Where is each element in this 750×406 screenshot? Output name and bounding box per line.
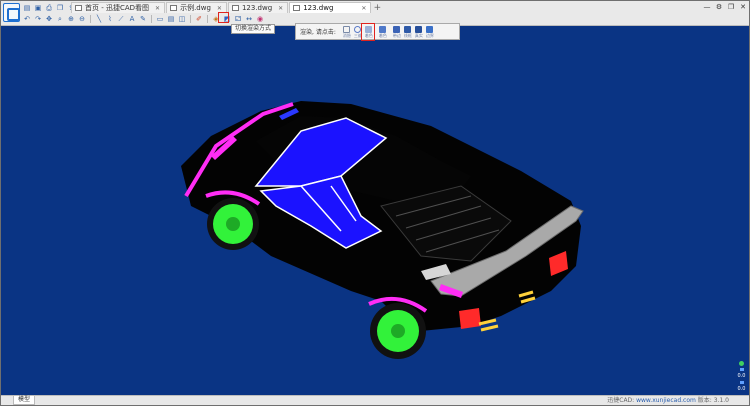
toolbar-separator	[207, 15, 208, 23]
polyline-icon[interactable]: ⌇	[106, 15, 114, 23]
line-icon[interactable]: ╲	[95, 15, 103, 23]
zoom-label-mid: 0.0	[737, 386, 746, 392]
open-folder-icon[interactable]: ▤	[23, 4, 31, 12]
close-icon[interactable]: ✕	[361, 5, 366, 12]
brand-label: 迅捷CAD:	[607, 397, 635, 404]
drawing-viewport[interactable]: 0.0 0.0	[1, 26, 749, 396]
render-button-label: 边界	[425, 32, 434, 38]
render-panel-title: 渲染, 请点击:	[300, 29, 336, 36]
copy-icon[interactable]: ❐	[56, 4, 64, 12]
status-info: 迅捷CAD: www.xunjiecad.com 版本: 3.1.0	[607, 396, 729, 405]
tail-light-left	[459, 308, 481, 329]
home-icon	[75, 5, 82, 11]
layout-icon[interactable]: ◫	[178, 15, 186, 23]
website-link[interactable]: www.xunjiecad.com	[636, 397, 696, 404]
close-icon[interactable]: ✕	[217, 5, 222, 12]
dwg-file-icon	[170, 5, 178, 11]
pan-icon[interactable]: ✥	[45, 15, 53, 23]
render-edges-button[interactable]: 带边	[392, 25, 402, 39]
app-logo-icon[interactable]	[3, 3, 20, 22]
status-dot-icon	[739, 361, 744, 366]
redo-icon[interactable]: ↷	[34, 15, 42, 23]
zoom-in-icon[interactable]: ⊕	[67, 15, 75, 23]
render-button-label: 真实	[414, 32, 423, 38]
layer-icon[interactable]: ▤	[167, 15, 175, 23]
tab-label: 首页 - 迅捷CAD看图	[85, 4, 150, 12]
version-label: 版本: 3.1.0	[697, 397, 729, 404]
front-wheel-hub	[226, 217, 240, 231]
toolbar-separator	[190, 15, 191, 23]
gouraud-shade-icon	[379, 25, 387, 33]
settings-icon[interactable]: ⚙	[715, 3, 723, 11]
render-button-label: 消隐	[342, 32, 351, 38]
rectangle-icon[interactable]: ▭	[156, 15, 164, 23]
render-selected-highlight	[361, 23, 375, 41]
tab-label: 123.dwg	[303, 4, 334, 12]
render-wire-button[interactable]: 线框	[403, 25, 413, 39]
model-tab[interactable]: 模型	[13, 396, 36, 405]
restore-icon[interactable]: ❐	[727, 3, 735, 11]
pen-icon[interactable]: ✐	[195, 15, 203, 23]
render-mode-panel: 渲染, 请点击: 消隐 三维 着色 着色 带边 线框 真实 边界	[295, 23, 460, 40]
app-window: ▤ ▣ ⎙ ❐ ⇪ 首页 - 迅捷CAD看图 ✕ 示例.dwg ✕ 123.dw…	[0, 0, 750, 406]
render-boundary-button[interactable]: 边界	[425, 25, 435, 39]
zoom-window-icon[interactable]: ⌕	[56, 15, 64, 23]
dwg-file-icon	[231, 5, 239, 11]
tab-123-active[interactable]: 123.dwg ✕	[289, 2, 372, 13]
3d-car-model	[181, 101, 584, 359]
toolbar-separator	[151, 15, 152, 23]
wire-icon	[404, 25, 412, 33]
quick-access-toolbar: ▤ ▣ ⎙ ❐ ⇪	[23, 3, 75, 13]
render-button-label: 线框	[403, 32, 412, 38]
zoom-label-top: 0.0	[737, 373, 746, 379]
tooltip: 切换渲染方式	[231, 24, 276, 34]
boundary-icon	[426, 25, 434, 33]
render-button-label: 着色	[378, 32, 387, 38]
toolbar-separator	[90, 15, 91, 23]
render-hidden-button[interactable]: 消隐	[342, 25, 352, 39]
tab-label: 示例.dwg	[180, 4, 211, 12]
rotate-icon[interactable]: ↔	[245, 15, 253, 23]
rear-wheel-hub	[391, 324, 405, 338]
hidden-line-icon	[343, 25, 351, 33]
tab-label: 123.dwg	[241, 4, 273, 12]
status-bar: 模型 迅捷CAD: www.xunjiecad.com 版本: 3.1.0	[1, 395, 749, 405]
render-button-label: 带边	[392, 32, 401, 38]
new-tab-button[interactable]: +	[372, 2, 382, 13]
measure-icon[interactable]: ⟋	[117, 15, 125, 23]
render-mode-highlight	[218, 12, 229, 23]
text-icon[interactable]: A	[128, 15, 136, 23]
realistic-icon	[415, 25, 423, 33]
close-icon[interactable]: ✕	[278, 5, 283, 12]
close-window-icon[interactable]: ✕	[739, 3, 747, 11]
undo-icon[interactable]: ↶	[23, 15, 31, 23]
shade-edges-icon	[393, 25, 401, 33]
zoom-out-icon[interactable]: ⊖	[78, 15, 86, 23]
print-icon[interactable]: ⎙	[45, 4, 53, 12]
zoom-indicator[interactable]: 0.0 0.0	[736, 361, 747, 392]
dwg-file-icon	[293, 5, 301, 11]
window-controls: — ⚙ ❐ ✕	[703, 3, 747, 11]
render-gouraud-button[interactable]: 着色	[378, 25, 388, 39]
tab-home[interactable]: 首页 - 迅捷CAD看图 ✕	[71, 2, 166, 13]
zoom-bar	[739, 368, 744, 371]
tab-123-first[interactable]: 123.dwg ✕	[227, 2, 289, 13]
close-icon[interactable]: ✕	[155, 5, 160, 12]
eraser-icon[interactable]: ✎	[139, 15, 147, 23]
render-realistic-button[interactable]: 真实	[414, 25, 424, 39]
view-3d-icon[interactable]: ⚁	[234, 15, 242, 23]
color-icon[interactable]: ◉	[256, 15, 264, 23]
save-icon[interactable]: ▣	[34, 4, 42, 12]
minimize-icon[interactable]: —	[703, 3, 711, 11]
zoom-bar	[739, 381, 744, 384]
